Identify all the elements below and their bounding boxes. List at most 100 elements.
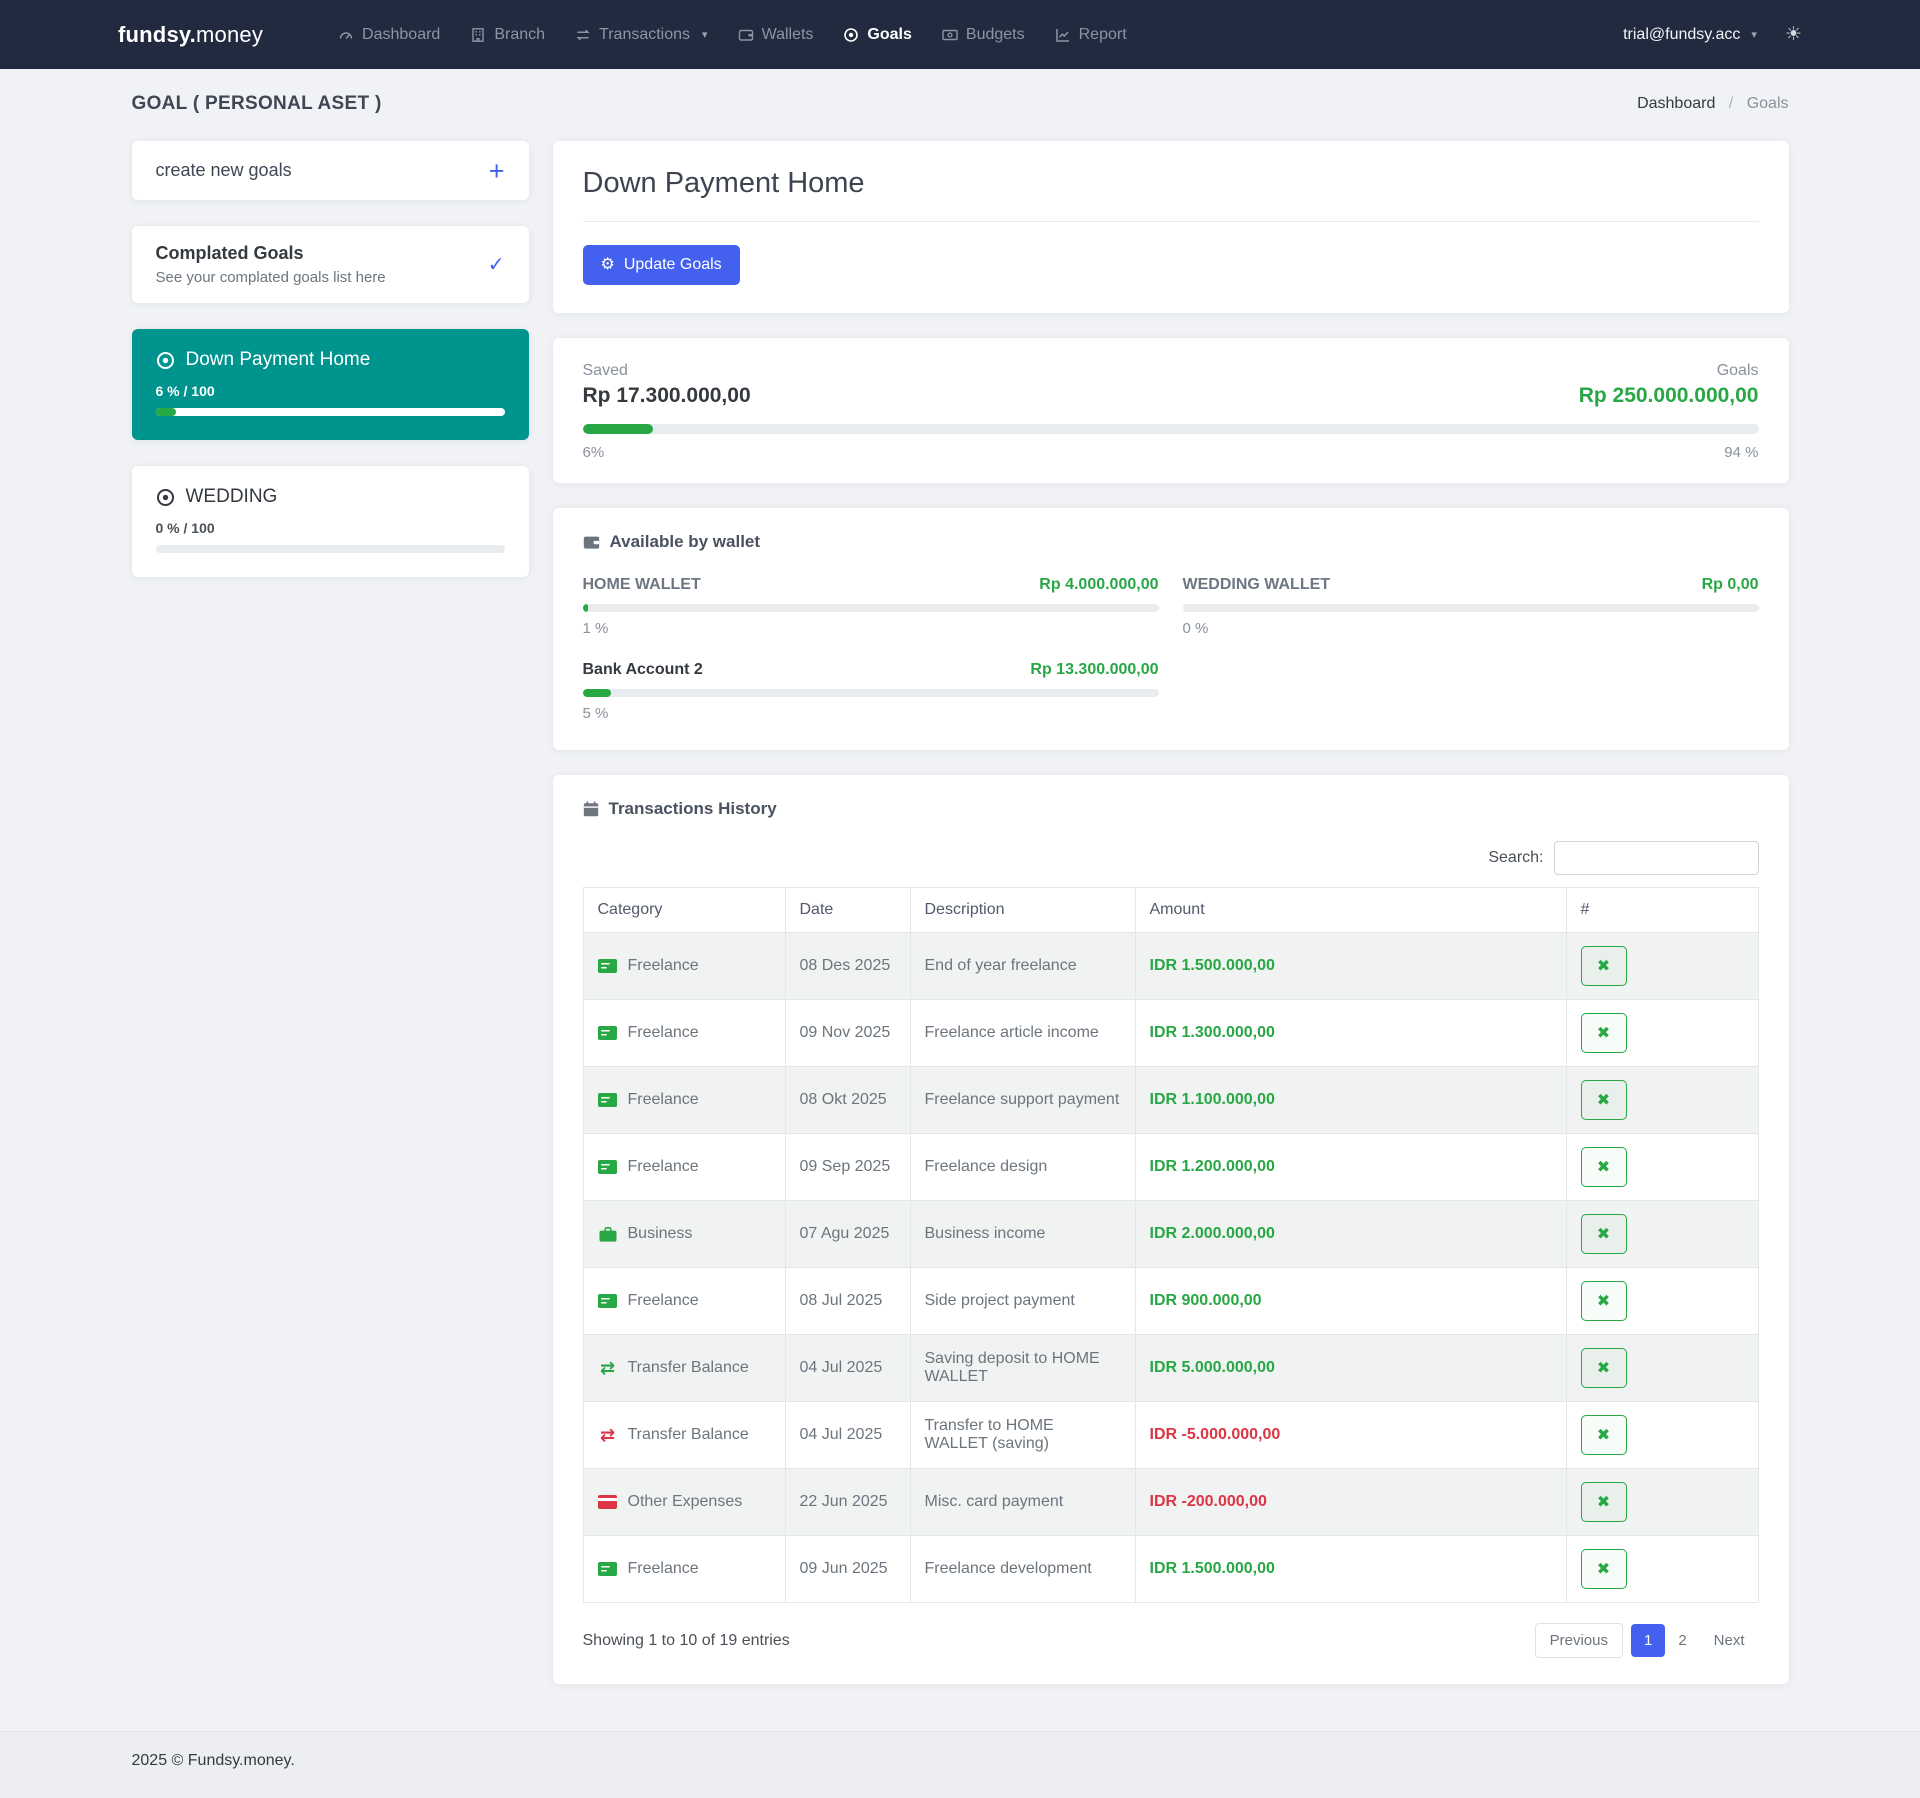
- create-new-goals-card[interactable]: create new goals +: [131, 141, 529, 200]
- column-actions: #: [1565, 887, 1759, 933]
- transaction-date: 08 Jul 2025: [784, 1267, 911, 1335]
- nav-budgets[interactable]: Budgets: [927, 0, 1040, 69]
- wallet-name: Bank Account 2: [582, 661, 703, 678]
- account-menu[interactable]: trial@fundsy.acc ▾: [1623, 26, 1757, 44]
- transaction-row: Freelance 09 Sep 2025 Freelance design I…: [582, 1133, 1759, 1201]
- showing-entries: Showing 1 to 10 of 19 entries: [582, 1631, 790, 1649]
- transaction-action-button[interactable]: ✖: [1580, 1147, 1627, 1187]
- page-head: GOAL ( PERSONAL ASET ) Dashboard / Goals: [132, 69, 1789, 141]
- transaction-category: Freelance: [627, 1292, 699, 1309]
- breadcrumb: Dashboard / Goals: [1637, 95, 1788, 113]
- chevron-down-icon: ▾: [702, 29, 708, 41]
- transaction-category: Freelance: [627, 1024, 699, 1041]
- plus-icon[interactable]: +: [489, 157, 505, 184]
- transaction-action-button[interactable]: ✖: [1580, 1549, 1627, 1589]
- transaction-action-button[interactable]: ✖: [1580, 1415, 1627, 1455]
- nav-report[interactable]: Report: [1040, 0, 1142, 69]
- transaction-action-button[interactable]: ✖: [1580, 1080, 1627, 1120]
- breadcrumb-current: Goals: [1746, 95, 1789, 112]
- goal-card-head: Down Payment Home: [156, 349, 505, 371]
- transaction-action-button[interactable]: ✖: [1580, 1281, 1627, 1321]
- transaction-date: 09 Sep 2025: [784, 1133, 911, 1201]
- breadcrumb-separator: /: [1728, 95, 1734, 112]
- credit-card-icon: [598, 1495, 618, 1509]
- sun-icon[interactable]: ☀: [1785, 23, 1802, 46]
- summary-progress-bar: [582, 424, 1759, 434]
- transaction-action-button[interactable]: ✖: [1580, 946, 1627, 986]
- transaction-row: Freelance 09 Nov 2025 Freelance article …: [582, 999, 1759, 1067]
- nav-wallets[interactable]: Wallets: [723, 0, 829, 69]
- goal-name: WEDDING: [185, 486, 278, 507]
- money-check-icon: [598, 1160, 618, 1174]
- chevron-down-icon: ▾: [1751, 29, 1757, 41]
- nav-label: Report: [1078, 25, 1127, 43]
- transaction-amount: IDR 900.000,00: [1134, 1267, 1567, 1335]
- goal-name: Down Payment Home: [185, 349, 371, 370]
- transaction-category: Freelance: [627, 957, 699, 974]
- nav-branch[interactable]: Branch: [455, 0, 560, 69]
- goal-card-down-payment-home[interactable]: Down Payment Home 6 % / 100: [131, 329, 529, 440]
- transaction-amount: IDR -200.000,00: [1134, 1468, 1567, 1536]
- transaction-action-button[interactable]: ✖: [1580, 1482, 1627, 1522]
- nav-label: Goals: [867, 25, 912, 43]
- x-icon: ✖: [1596, 958, 1611, 975]
- pagination-previous[interactable]: Previous: [1534, 1623, 1623, 1658]
- wallet-progress-bar: [582, 604, 1159, 612]
- wallet-name: HOME WALLET: [582, 576, 701, 593]
- completed-goals-title: Complated Goals: [155, 243, 304, 263]
- goal-detail-main: Down Payment Home ⚙ Update Goals Saved R…: [552, 141, 1789, 1709]
- completed-goals-subtitle: See your complated goals list here: [155, 269, 386, 286]
- transactions-table: Category Date Description Amount # Freel…: [582, 887, 1759, 1603]
- money-check-icon: [598, 1093, 618, 1107]
- wallet-name: WEDDING WALLET: [1182, 576, 1331, 593]
- nav-transactions[interactable]: Transactions ▾: [560, 0, 723, 69]
- gear-icon: ⚙: [600, 256, 615, 273]
- goal-header-card: Down Payment Home ⚙ Update Goals: [552, 141, 1789, 313]
- nav-goals[interactable]: Goals: [828, 0, 926, 69]
- pagination-next[interactable]: Next: [1700, 1624, 1759, 1657]
- transaction-action-button[interactable]: ✖: [1580, 1214, 1627, 1254]
- pagination: Previous 1 2 Next: [1534, 1623, 1759, 1658]
- money-check-icon: [598, 959, 618, 973]
- nav-label: Wallets: [761, 25, 814, 43]
- footer-copyright: 2025 © Fundsy.money.: [131, 1752, 295, 1769]
- page-title: GOAL ( PERSONAL ASET ): [131, 93, 382, 114]
- x-icon: ✖: [1596, 1360, 1611, 1377]
- update-goals-button[interactable]: ⚙ Update Goals: [582, 245, 740, 285]
- money-bill-icon: [942, 27, 958, 43]
- transaction-action-button[interactable]: ✖: [1580, 1348, 1627, 1388]
- transaction-description: Transfer to HOME WALLET (saving): [909, 1401, 1136, 1469]
- goal-card-wedding[interactable]: WEDDING 0 % / 100: [131, 466, 529, 577]
- nav-label: Branch: [494, 25, 546, 43]
- saved-label: Saved: [582, 362, 628, 379]
- transaction-row: Other Expenses 22 Jun 2025 Misc. card pa…: [582, 1468, 1759, 1536]
- top-navbar: fundsy.money Dashboard Branch Transactio…: [0, 0, 1920, 69]
- transaction-description: Freelance design: [909, 1133, 1136, 1201]
- bullseye-icon: [156, 488, 175, 507]
- wallet-percent: 0 %: [1182, 620, 1209, 637]
- transaction-row: Freelance 08 Okt 2025 Freelance support …: [582, 1066, 1759, 1134]
- transaction-category: Business: [627, 1225, 693, 1242]
- check-icon: ✓: [487, 254, 505, 276]
- column-date: Date: [784, 887, 911, 933]
- transaction-row: Freelance 09 Jun 2025 Freelance developm…: [582, 1535, 1759, 1603]
- table-header-row: Category Date Description Amount #: [582, 887, 1759, 933]
- wallet-progress-fill: [582, 604, 589, 612]
- transaction-amount: IDR 1.300.000,00: [1134, 999, 1567, 1067]
- search-input[interactable]: [1553, 841, 1759, 875]
- breadcrumb-dashboard[interactable]: Dashboard: [1637, 95, 1715, 112]
- transaction-category: Transfer Balance: [627, 1426, 749, 1443]
- pagination-page-2[interactable]: 2: [1665, 1624, 1699, 1657]
- pagination-page-1[interactable]: 1: [1630, 1624, 1666, 1657]
- x-icon: ✖: [1596, 1494, 1611, 1511]
- completed-goals-card[interactable]: Complated Goals See your complated goals…: [131, 226, 529, 303]
- transaction-category: Freelance: [627, 1091, 699, 1108]
- main-nav: Dashboard Branch Transactions ▾ Wallets …: [323, 0, 1142, 69]
- transaction-description: Freelance support payment: [909, 1066, 1136, 1134]
- summary-percent-right: 94 %: [1724, 444, 1759, 461]
- transaction-description: End of year freelance: [909, 932, 1136, 1000]
- nav-dashboard[interactable]: Dashboard: [323, 0, 455, 69]
- goal-title: Down Payment Home: [582, 167, 865, 199]
- transaction-action-button[interactable]: ✖: [1580, 1013, 1627, 1053]
- brand-logo[interactable]: fundsy.money: [118, 22, 263, 48]
